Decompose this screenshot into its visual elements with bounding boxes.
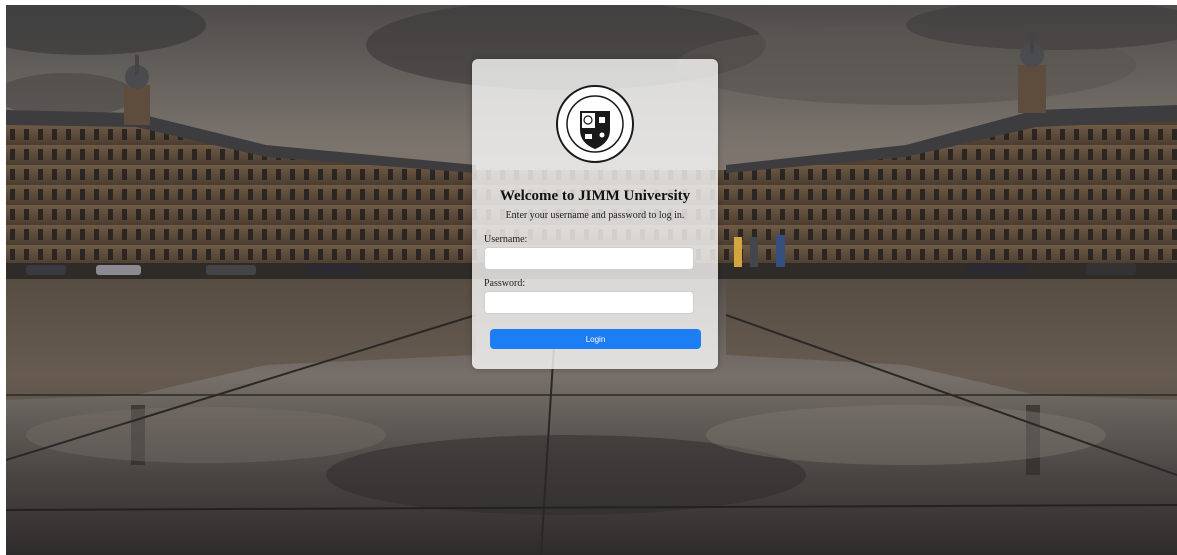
- password-input[interactable]: [484, 291, 694, 314]
- password-label: Password:: [484, 278, 526, 289]
- login-instructions: Enter your username and password to log …: [505, 210, 685, 221]
- username-input[interactable]: [484, 247, 694, 270]
- login-button[interactable]: Login: [490, 329, 701, 349]
- university-seal-icon: [556, 85, 634, 163]
- login-page: Welcome to JIMM University Enter your us…: [0, 0, 1177, 555]
- username-label: Username:: [484, 234, 528, 245]
- page-title: Welcome to JIMM University: [499, 188, 691, 204]
- login-card: Welcome to JIMM University Enter your us…: [472, 59, 718, 369]
